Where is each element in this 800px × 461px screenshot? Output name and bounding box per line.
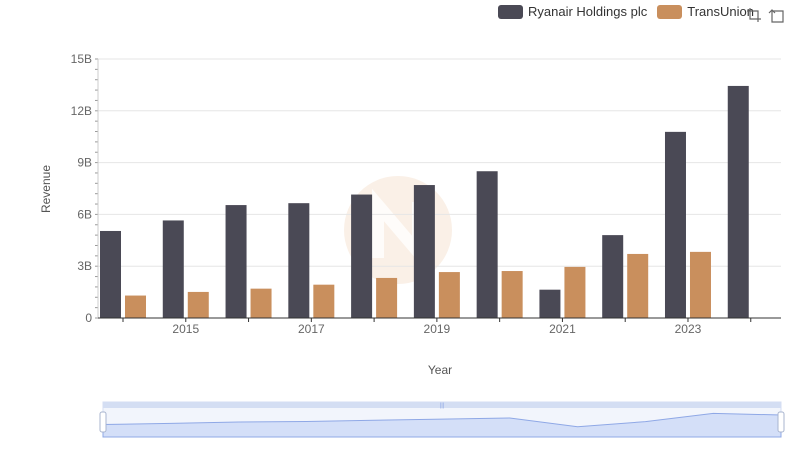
bar-ryanair-2014[interactable] [100,230,121,318]
y-tick-label: 9B [77,156,92,170]
bar-ryanair-2019[interactable] [413,185,435,318]
bar-transunion-2017[interactable] [313,284,335,318]
bar-ryanair-2020[interactable] [476,171,498,318]
bar-ryanair-2017[interactable] [288,203,310,318]
bar-transunion-2022[interactable] [627,253,649,318]
legend-swatch-transunion [657,4,683,19]
y-axis-label: Revenue [39,165,53,213]
y-tick-label: 12B [71,104,92,118]
x-tick-label: 2017 [298,322,325,336]
y-tick-label: 6B [77,207,92,221]
bar-transunion-2019[interactable] [438,272,460,318]
restore-icon[interactable] [768,7,784,23]
y-tick-label: 3B [77,259,92,273]
chart-canvas: 0 3B 6B 9B 12B 15B 2015 2017 2019 2021 2023 Revenu… [39,52,785,438]
toolbox [746,7,784,23]
bar-transunion-2020[interactable] [501,271,523,318]
legend: Ryanair Holdings plc TransUnion [498,4,764,19]
bar-ryanair-2016[interactable] [225,205,247,318]
bar-series[interactable] [100,85,749,318]
bar-transunion-2021[interactable] [564,266,586,318]
legend-label-ryanair: Ryanair Holdings plc [528,4,648,19]
bar-ryanair-2023[interactable] [664,131,686,318]
bar-transunion-2014[interactable] [125,295,146,318]
zoom-icon[interactable] [746,7,762,23]
bar-ryanair-2022[interactable] [602,235,624,318]
bar-ryanair-2018[interactable] [351,194,373,318]
bar-ryanair-2021[interactable] [539,289,561,318]
slider-left-handle[interactable] [99,411,107,433]
bar-ryanair-2024[interactable] [727,85,749,318]
bar-transunion-2023[interactable] [689,251,711,318]
legend-swatch-ryanair [498,4,523,19]
x-tick-label: 2019 [424,322,451,336]
bar-transunion-2015[interactable] [187,291,209,318]
slider-right-handle[interactable] [777,411,785,433]
bar-transunion-2016[interactable] [250,288,272,318]
x-tick-label: 2023 [675,322,702,336]
slider-grip-icon[interactable]: ||| [440,403,445,409]
x-tick-label: 2021 [549,322,576,336]
x-axis-label: Year [428,363,452,377]
y-tick-label: 15B [71,52,92,66]
x-tick-label: 2015 [172,322,199,336]
bar-transunion-2018[interactable] [376,277,398,318]
bar-ryanair-2015[interactable] [162,220,184,318]
legend-item-ryanair[interactable]: Ryanair Holdings plc [498,4,647,19]
legend-item-transunion[interactable]: TransUnion [657,4,754,19]
zoom-slider[interactable]: ||| [99,401,785,438]
legend-label-transunion: TransUnion [687,4,754,19]
y-tick-label: 0 [85,311,92,325]
